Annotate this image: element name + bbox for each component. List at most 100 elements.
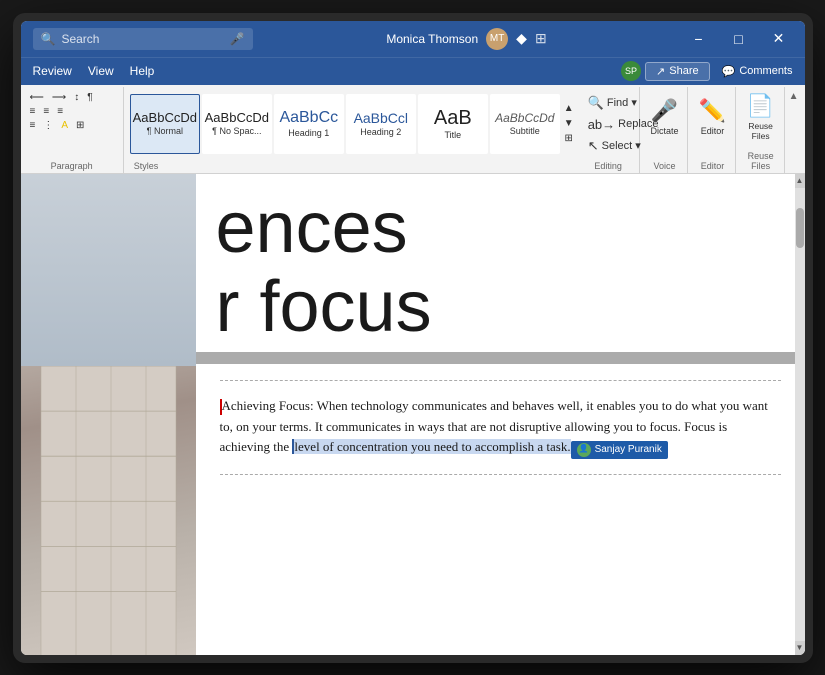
share-icon: ↗ (656, 65, 665, 78)
mic-icon: 🎤 (230, 32, 245, 46)
style-heading2-label: Heading 2 (360, 127, 401, 137)
window-controls: − □ ✕ (681, 27, 797, 51)
scroll-track[interactable] (795, 188, 805, 641)
styles-more[interactable]: ⊞ (562, 131, 576, 146)
styles-scroll-up[interactable]: ▲ (562, 101, 576, 116)
style-heading1-label: Heading 1 (288, 128, 329, 138)
avatar: MT (486, 28, 508, 50)
outdent-button[interactable]: ⟵ (27, 91, 47, 104)
page-body: Achieving Focus: When technology communi… (196, 364, 805, 655)
paragraph-row3: ≡ ⋮ A ⊞ (27, 119, 88, 132)
vertical-scrollbar[interactable]: ▲ ▼ (795, 174, 805, 655)
share-button[interactable]: ↗ Share (645, 62, 710, 81)
style-normal-label: ¶ Normal (147, 126, 183, 136)
align-center-button[interactable]: ≡ (40, 105, 52, 118)
style-title-label: Title (444, 130, 461, 140)
page-gap (196, 352, 805, 364)
scroll-up-button[interactable]: ▲ (795, 174, 805, 188)
dictate-label: Dictate (650, 126, 678, 136)
find-button[interactable]: 🔍 Find ▾ (584, 93, 633, 113)
borders-button[interactable]: ⊞ (73, 119, 87, 132)
paragraph-row1: ⟵ ⟶ ↕ ¶ (27, 91, 96, 104)
ribbon-group-paragraph: ⟵ ⟶ ↕ ¶ ≡ ≡ ≡ ≡ ⋮ A (25, 87, 124, 173)
style-heading1[interactable]: AaBbCc Heading 1 (274, 94, 344, 154)
style-heading1-preview: AaBbCc (279, 110, 338, 126)
voice-group-label: Voice (653, 159, 675, 171)
style-nospacing-preview: AaBbCcDd (205, 111, 269, 124)
styles-group-label: Styles (130, 159, 576, 171)
styles-row: AaBbCcDd ¶ Normal AaBbCcDd ¶ No Spac... … (130, 89, 576, 159)
ribbon-collapse-area: ▲ (787, 87, 801, 173)
show-marks-button[interactable]: ¶ (84, 91, 95, 104)
title-center: Monica Thomson MT ◆ ⊞ (253, 28, 681, 50)
collab-avatar: SP (621, 61, 641, 81)
style-normal-preview: AaBbCcDd (133, 111, 197, 124)
ribbon-group-editing: 🔍 Find ▾ ab→ Replace ↖ Select ▾ Editing (582, 87, 640, 173)
align-left-button[interactable]: ≡ (27, 105, 39, 118)
dotted-line-bottom (220, 474, 781, 475)
select-button[interactable]: ↖ Select ▾ (584, 136, 633, 156)
scroll-thumb[interactable] (796, 208, 804, 248)
title-bar: 🔍 Search 🎤 Monica Thomson MT ◆ ⊞ − □ ✕ (21, 21, 805, 57)
paragraph-group-label: Paragraph (27, 159, 117, 171)
dictate-button[interactable]: 🎤 Dictate (640, 89, 688, 145)
comment-author-avatar: 👤 (577, 443, 591, 457)
paragraph-row2: ≡ ≡ ≡ (27, 105, 67, 118)
share-label: Share (669, 65, 698, 77)
style-nospacing[interactable]: AaBbCcDd ¶ No Spac... (202, 94, 272, 154)
ribbon-content: ⟵ ⟶ ↕ ¶ ≡ ≡ ≡ ≡ ⋮ A (21, 85, 805, 173)
menu-item-view[interactable]: View (80, 62, 122, 80)
restore-button[interactable]: □ (721, 27, 757, 51)
building-svg (21, 366, 196, 655)
style-title-preview: AaB (434, 108, 472, 128)
style-subtitle-preview: AaBbCcDd (495, 112, 554, 124)
styles-scroll: ▲ ▼ ⊞ (562, 101, 576, 146)
paragraph-tools: ⟵ ⟶ ↕ ¶ ≡ ≡ ≡ ≡ ⋮ A (27, 89, 117, 134)
cursor (220, 399, 222, 415)
reuse-group-label: Reuse Files (742, 149, 780, 171)
indent-button[interactable]: ⟶ (49, 91, 69, 104)
sort-button[interactable]: ↕ (71, 91, 82, 104)
editing-group-label: Editing (584, 159, 633, 171)
comments-button[interactable]: 💬 Comments (714, 63, 801, 80)
ribbon: ⟵ ⟶ ↕ ¶ ≡ ≡ ≡ ≡ ⋮ A (21, 85, 805, 174)
comment-icon: 💬 (722, 65, 736, 78)
style-heading2-preview: AaBbCcl (354, 111, 408, 125)
styles-scroll-down[interactable]: ▼ (562, 116, 576, 131)
style-title[interactable]: AaB Title (418, 94, 488, 154)
ribbon-collapse-button[interactable]: ▲ (787, 89, 801, 104)
ribbon-group-voice: 🎤 Dictate Voice (642, 87, 689, 173)
editor-button[interactable]: ✏️ Editor (688, 89, 736, 145)
style-normal[interactable]: AaBbCcDd ¶ Normal (130, 94, 200, 154)
editing-tools: 🔍 Find ▾ ab→ Replace ↖ Select ▾ (584, 89, 633, 156)
menu-bar: Review View Help SP ↗ Share 💬 Comments (21, 57, 805, 85)
replace-button[interactable]: ab→ Replace (584, 115, 633, 134)
style-subtitle[interactable]: AaBbCcDd Subtitle (490, 94, 560, 154)
dictate-icon: 🎤 (651, 98, 678, 124)
minimize-button[interactable]: − (681, 27, 717, 51)
heading-area: ences r focus (196, 174, 805, 352)
search-box[interactable]: 🔍 Search 🎤 (33, 28, 253, 50)
style-heading2[interactable]: AaBbCcl Heading 2 (346, 94, 416, 154)
close-button[interactable]: ✕ (761, 27, 797, 51)
editor-group-label: Editor (701, 159, 725, 171)
highlight-btn[interactable]: A (58, 119, 71, 132)
screen: 🔍 Search 🎤 Monica Thomson MT ◆ ⊞ − □ ✕ R… (21, 21, 805, 655)
numbering-button[interactable]: ⋮ (40, 119, 56, 132)
editor-icon: ✏️ (699, 98, 726, 124)
style-subtitle-label: Subtitle (510, 126, 540, 136)
bullets-button[interactable]: ≡ (27, 119, 39, 132)
ribbon-group-editor: ✏️ Editor Editor (690, 87, 735, 173)
comments-label: Comments (739, 65, 792, 77)
menu-item-help[interactable]: Help (122, 62, 163, 80)
find-label: Find ▾ (607, 96, 637, 109)
laptop-frame: 🔍 Search 🎤 Monica Thomson MT ◆ ⊞ − □ ✕ R… (13, 13, 813, 663)
menu-item-review[interactable]: Review (25, 62, 80, 80)
comment-tag[interactable]: 👤Sanjay Puranik (571, 441, 668, 459)
justify-button[interactable]: ≡ (54, 105, 66, 118)
find-icon: 🔍 (588, 95, 604, 111)
reuse-files-button[interactable]: 📄 ReuseFiles (734, 89, 788, 145)
scroll-down-button[interactable]: ▼ (795, 641, 805, 655)
user-name: Monica Thomson (386, 32, 478, 46)
paragraph[interactable]: Achieving Focus: When technology communi… (220, 396, 781, 459)
